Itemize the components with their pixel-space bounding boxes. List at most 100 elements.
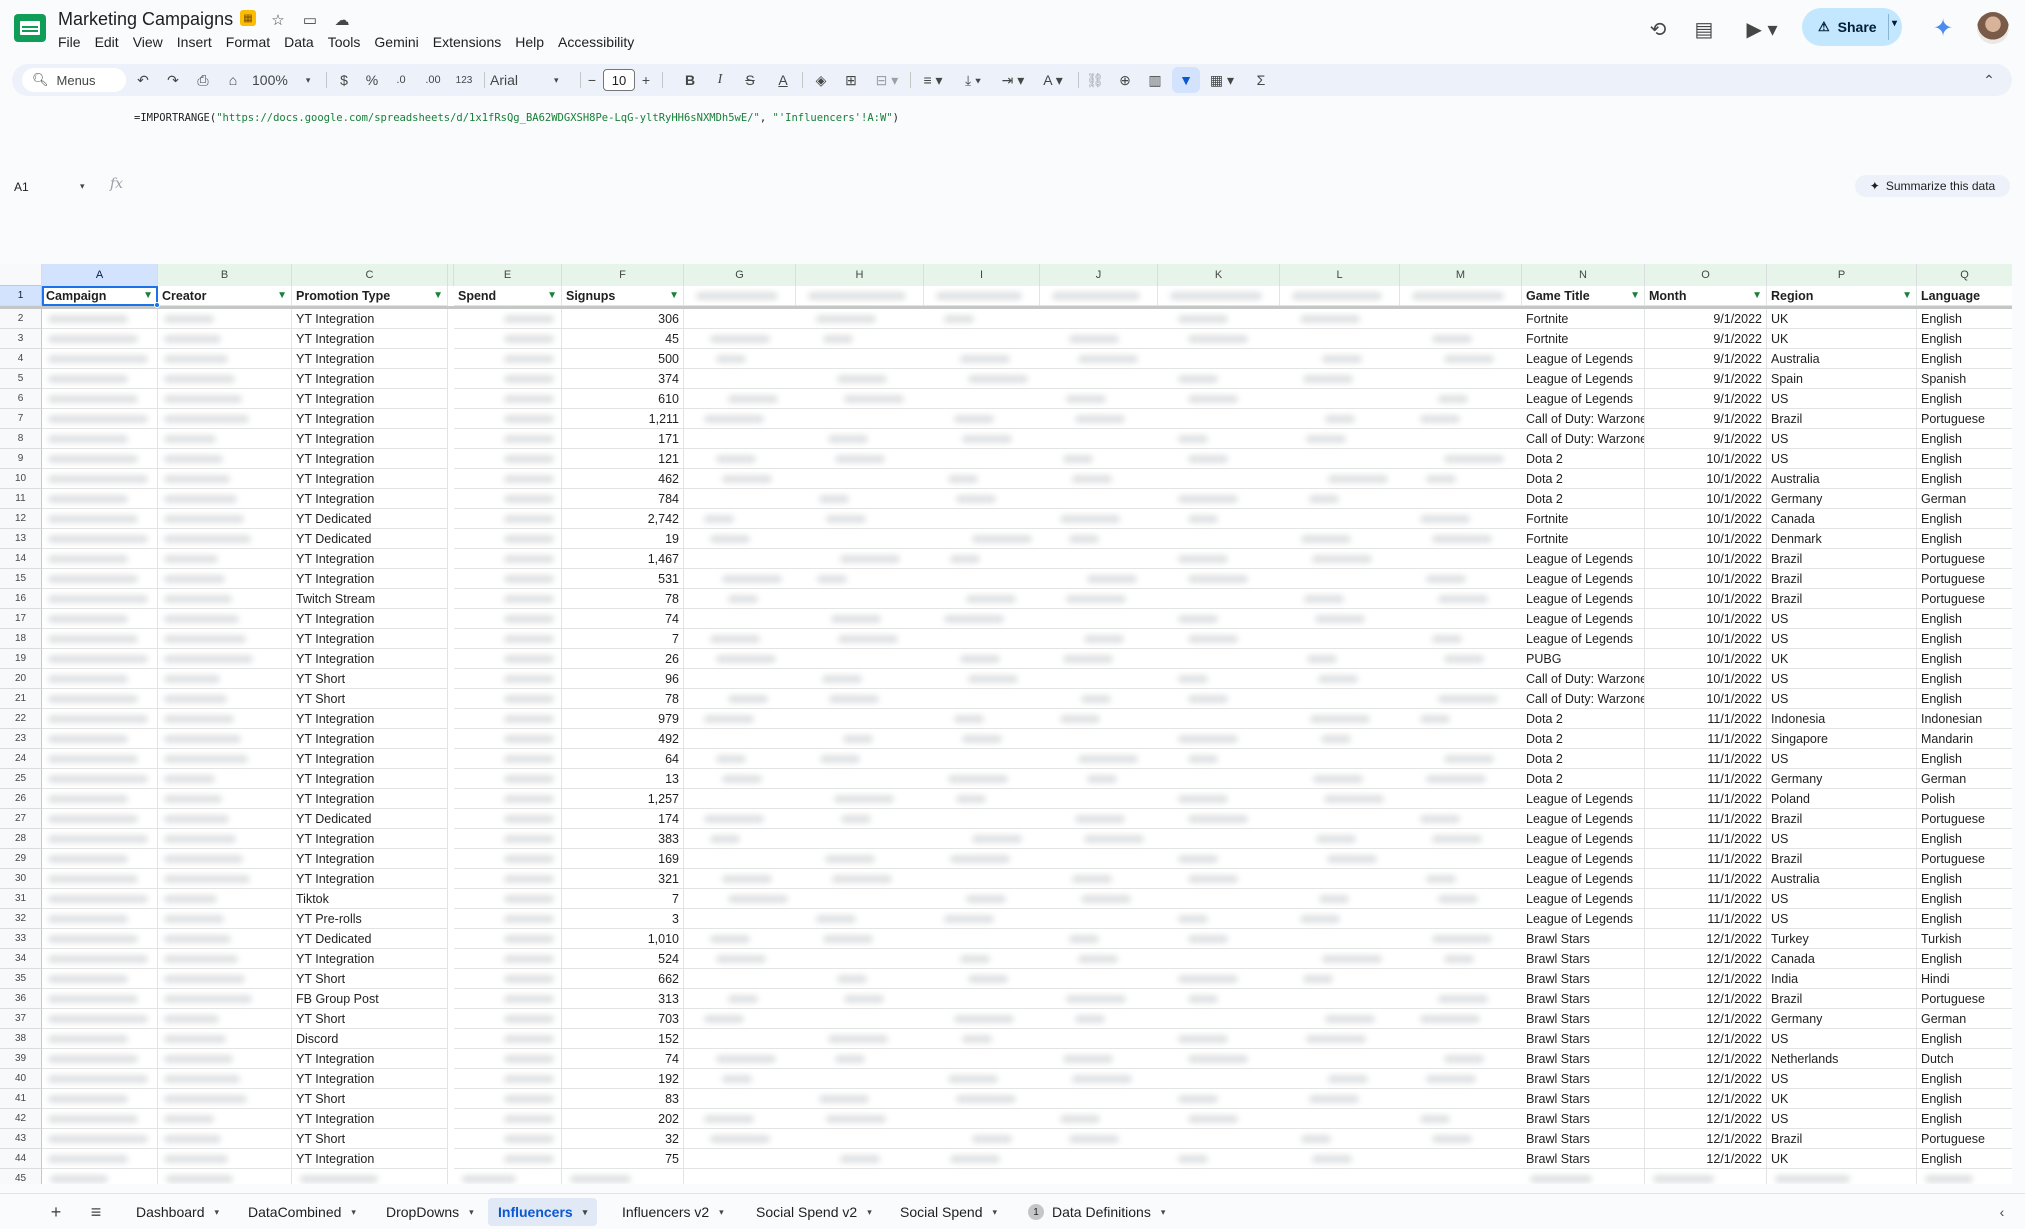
hidden-cell[interactable] bbox=[684, 1149, 796, 1169]
hidden-cell[interactable] bbox=[796, 649, 924, 669]
month-cell[interactable]: 12/1/2022 bbox=[1645, 1049, 1767, 1069]
hidden-cell[interactable] bbox=[684, 369, 796, 389]
promotion-type-cell[interactable]: YT Integration bbox=[292, 729, 448, 749]
column-header-i[interactable]: I bbox=[924, 264, 1040, 286]
hidden-cell[interactable] bbox=[684, 1029, 796, 1049]
redo-icon[interactable]: ↷ bbox=[162, 64, 184, 96]
promotion-type-cell[interactable]: YT Integration bbox=[292, 409, 448, 429]
hidden-cell[interactable] bbox=[796, 889, 924, 909]
region-cell[interactable]: Turkey bbox=[1767, 929, 1917, 949]
column-header-p[interactable]: P bbox=[1767, 264, 1917, 286]
hidden-cell[interactable] bbox=[1280, 329, 1400, 349]
hidden-cell[interactable] bbox=[1158, 1009, 1280, 1029]
game-title-cell[interactable]: PUBG bbox=[1522, 649, 1645, 669]
hidden-cell[interactable] bbox=[924, 1109, 1040, 1129]
promotion-type-cell[interactable]: YT Integration bbox=[292, 949, 448, 969]
functions-icon[interactable]: Σ bbox=[1250, 64, 1272, 96]
row-header[interactable]: 26 bbox=[0, 789, 42, 809]
promotion-type-cell[interactable]: YT Integration bbox=[292, 389, 448, 409]
hidden-cell[interactable] bbox=[1158, 409, 1280, 429]
game-title-cell[interactable]: Fortnite bbox=[1522, 509, 1645, 529]
language-cell[interactable]: English bbox=[1917, 609, 2012, 629]
language-cell[interactable]: English bbox=[1917, 889, 2012, 909]
game-title-cell[interactable]: Brawl Stars bbox=[1522, 1049, 1645, 1069]
promotion-type-cell[interactable]: YT Integration bbox=[292, 789, 448, 809]
hidden-cell[interactable] bbox=[1280, 929, 1400, 949]
hidden-cell[interactable] bbox=[796, 769, 924, 789]
column-header-e[interactable]: E bbox=[454, 264, 562, 286]
month-cell[interactable]: 10/1/2022 bbox=[1645, 449, 1767, 469]
hidden-cell[interactable] bbox=[1040, 729, 1158, 749]
sheet-tab-dropdown-icon[interactable]: ▾ bbox=[867, 1207, 872, 1218]
row-header[interactable]: 21 bbox=[0, 689, 42, 709]
game-title-cell[interactable]: Brawl Stars bbox=[1522, 949, 1645, 969]
hidden-cell[interactable] bbox=[1040, 529, 1158, 549]
month-cell[interactable]: 11/1/2022 bbox=[1645, 869, 1767, 889]
language-cell[interactable]: English bbox=[1917, 449, 2012, 469]
hidden-cell[interactable] bbox=[796, 589, 924, 609]
header-campaign[interactable]: Campaign ▼ bbox=[42, 286, 158, 306]
filter-icon[interactable]: ▼ bbox=[669, 290, 679, 301]
hidden-cell[interactable] bbox=[684, 669, 796, 689]
game-title-cell[interactable]: Fortnite bbox=[1522, 309, 1645, 329]
row-header[interactable]: 10 bbox=[0, 469, 42, 489]
hidden-cell[interactable] bbox=[924, 689, 1040, 709]
region-cell[interactable]: UK bbox=[1767, 329, 1917, 349]
promotion-type-cell[interactable]: YT Integration bbox=[292, 549, 448, 569]
region-cell[interactable]: Germany bbox=[1767, 1009, 1917, 1029]
region-cell[interactable]: Brazil bbox=[1767, 849, 1917, 869]
hidden-cell[interactable] bbox=[1280, 489, 1400, 509]
row-header[interactable]: 39 bbox=[0, 1049, 42, 1069]
hidden-cell[interactable] bbox=[1400, 869, 1522, 889]
column-header-b[interactable]: B bbox=[158, 264, 292, 286]
promotion-type-cell[interactable]: YT Integration bbox=[292, 869, 448, 889]
region-cell[interactable]: US bbox=[1767, 1029, 1917, 1049]
promotion-type-cell[interactable]: FB Group Post bbox=[292, 989, 448, 1009]
signups-cell[interactable]: 531 bbox=[562, 569, 684, 589]
language-cell[interactable]: English bbox=[1917, 349, 2012, 369]
hidden-cell[interactable] bbox=[1040, 309, 1158, 329]
sheet-tab-data-definitions[interactable]: 1 Data Definitions ▾ bbox=[1018, 1198, 1175, 1226]
game-title-cell[interactable]: League of Legends bbox=[1522, 569, 1645, 589]
sheet-tab-influencers-v2[interactable]: Influencers v2 ▾ bbox=[612, 1198, 734, 1226]
language-cell[interactable]: Portuguese bbox=[1917, 409, 2012, 429]
hidden-cell[interactable] bbox=[1400, 809, 1522, 829]
star-icon[interactable]: ☆ bbox=[268, 10, 288, 30]
hidden-cell[interactable] bbox=[684, 509, 796, 529]
hidden-cell[interactable] bbox=[924, 809, 1040, 829]
language-cell[interactable]: German bbox=[1917, 769, 2012, 789]
share-dropdown-icon[interactable]: ▾ bbox=[1892, 18, 1897, 29]
language-cell[interactable]: English bbox=[1917, 1029, 2012, 1049]
region-cell[interactable]: Singapore bbox=[1767, 729, 1917, 749]
signups-cell[interactable]: 74 bbox=[562, 609, 684, 629]
hidden-cell[interactable] bbox=[684, 549, 796, 569]
month-cell[interactable]: 9/1/2022 bbox=[1645, 329, 1767, 349]
row-header[interactable]: 43 bbox=[0, 1129, 42, 1149]
filter-icon[interactable]: ▼ bbox=[1902, 290, 1912, 301]
insert-link-icon[interactable]: ⛓ bbox=[1084, 64, 1106, 96]
month-cell[interactable]: 12/1/2022 bbox=[1645, 929, 1767, 949]
row-header[interactable]: 22 bbox=[0, 709, 42, 729]
header-promotion-type[interactable]: Promotion Type ▼ bbox=[292, 286, 448, 306]
name-box-dropdown-icon[interactable]: ▾ bbox=[80, 181, 85, 192]
signups-cell[interactable]: 64 bbox=[562, 749, 684, 769]
region-cell[interactable]: Brazil bbox=[1767, 989, 1917, 1009]
hidden-cell[interactable] bbox=[924, 469, 1040, 489]
month-cell[interactable]: 9/1/2022 bbox=[1645, 409, 1767, 429]
region-cell[interactable]: US bbox=[1767, 669, 1917, 689]
hidden-cell[interactable] bbox=[1280, 869, 1400, 889]
promotion-type-cell[interactable]: YT Integration bbox=[292, 829, 448, 849]
collapse-sheet-bar-icon[interactable]: ‹ bbox=[1990, 1200, 2014, 1224]
promotion-type-cell[interactable]: YT Integration bbox=[292, 309, 448, 329]
game-title-cell[interactable]: Brawl Stars bbox=[1522, 1149, 1645, 1169]
region-cell[interactable]: US bbox=[1767, 429, 1917, 449]
hidden-cell[interactable] bbox=[1280, 749, 1400, 769]
hidden-cell[interactable] bbox=[1280, 569, 1400, 589]
hidden-cell[interactable] bbox=[1158, 609, 1280, 629]
promotion-type-cell[interactable]: YT Short bbox=[292, 1089, 448, 1109]
signups-cell[interactable]: 313 bbox=[562, 989, 684, 1009]
language-cell[interactable]: Polish bbox=[1917, 789, 2012, 809]
hidden-cell[interactable] bbox=[1280, 1129, 1400, 1149]
game-title-cell[interactable]: Dota 2 bbox=[1522, 489, 1645, 509]
hidden-cell[interactable] bbox=[1280, 1049, 1400, 1069]
